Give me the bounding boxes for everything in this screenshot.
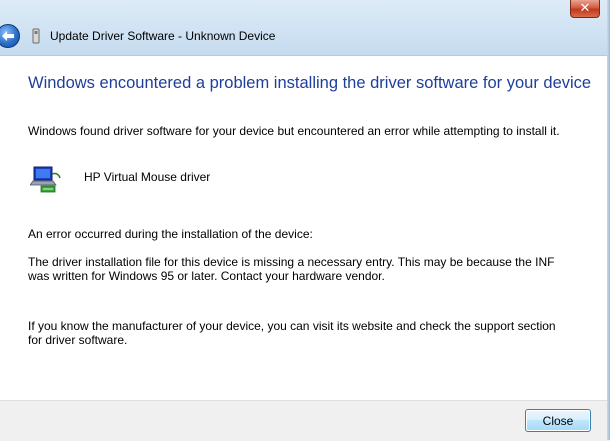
back-arrow-icon [2, 31, 14, 41]
dialog-footer [0, 400, 610, 441]
main-heading: Windows encountered a problem installing… [28, 74, 592, 92]
back-button[interactable] [0, 24, 20, 48]
support-text: If you know the manufacturer of your dev… [28, 319, 556, 347]
dialog-content: Windows encountered a problem installing… [0, 56, 610, 400]
error-detail: The driver installation file for this de… [28, 255, 555, 283]
network-device-icon [30, 166, 61, 193]
window-close-button[interactable]: ✕ [570, 0, 600, 18]
close-button[interactable]: Close [525, 409, 591, 432]
error-label: An error occurred during the installatio… [28, 227, 313, 241]
close-icon: ✕ [579, 1, 591, 16]
intro-text: Windows found driver software for your d… [28, 124, 560, 138]
title-bar: ✕ Update Driver Software - Unknown Devic… [0, 0, 610, 56]
driver-wizard-icon [32, 28, 40, 44]
dialog-title: Update Driver Software - Unknown Device [50, 29, 276, 43]
device-name: HP Virtual Mouse driver [84, 170, 211, 184]
